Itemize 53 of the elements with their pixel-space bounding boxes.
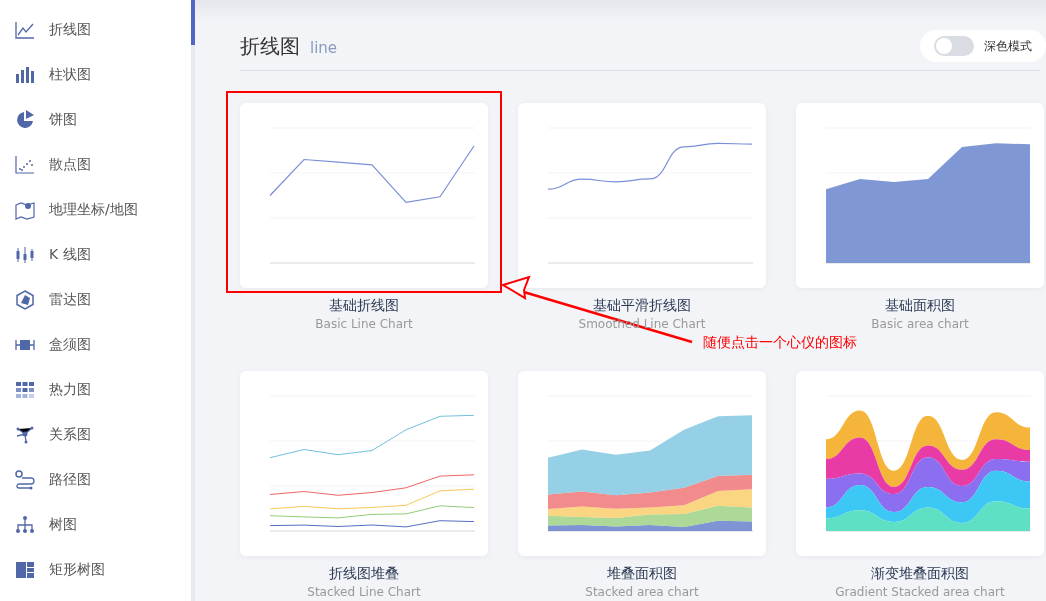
sidebar-item[interactable]: 树图	[0, 502, 191, 547]
sidebar-label: 矩形树图	[49, 560, 105, 579]
example-subtitle: Stacked area chart	[585, 585, 699, 599]
sidebar-label: 折线图	[49, 20, 91, 39]
example-title[interactable]: 基础平滑折线图	[593, 297, 691, 315]
lines-icon	[15, 469, 35, 490]
sidebar-item[interactable]: 关系图	[0, 412, 191, 457]
sidebar-label: 热力图	[49, 380, 91, 399]
annotation-text: 随便点击一个心仪的图标	[703, 334, 857, 352]
example-title[interactable]: 渐变堆叠面积图	[871, 565, 969, 583]
example-title[interactable]: 基础面积图	[885, 297, 955, 315]
sidebar-label: K 线图	[49, 245, 91, 264]
bar-icon	[15, 64, 35, 85]
sidebar-label: 树图	[49, 515, 77, 534]
treemap-icon	[15, 559, 35, 580]
page-subtitle: line	[310, 39, 338, 57]
sidebar-label: 散点图	[49, 155, 91, 174]
dark-mode-toggle[interactable]: 深色模式	[920, 30, 1046, 62]
sidebar-item[interactable]: 盒须图	[0, 322, 191, 367]
line-icon	[15, 19, 35, 40]
pie-icon	[15, 109, 35, 130]
sidebar-item[interactable]: 矩形树图	[0, 547, 191, 592]
sidebar-item[interactable]: 折线图	[0, 7, 191, 52]
sidebar-item[interactable]: 雷达图	[0, 277, 191, 322]
scatter-icon	[15, 154, 35, 175]
sidebar-item[interactable]: K 线图	[0, 232, 191, 277]
sidebar-item[interactable]: 地理坐标/地图	[0, 187, 191, 232]
example-title[interactable]: 基础折线图	[329, 297, 399, 315]
graph-icon	[15, 424, 35, 445]
tree-icon	[15, 514, 35, 535]
sidebar-label: 地理坐标/地图	[49, 200, 138, 219]
sidebar-item[interactable]: 散点图	[0, 142, 191, 187]
sidebar-item[interactable]: 饼图	[0, 97, 191, 142]
candlestick-icon	[15, 244, 35, 265]
sidebar-label: 路径图	[49, 470, 91, 489]
sidebar-item[interactable]: 路径图	[0, 457, 191, 502]
example-title[interactable]: 堆叠面积图	[607, 565, 677, 583]
sidebar-label: 盒须图	[49, 335, 91, 354]
heatmap-icon	[15, 379, 35, 400]
sidebar-label: 关系图	[49, 425, 91, 444]
sidebar-label: 雷达图	[49, 290, 91, 309]
example-subtitle: Stacked Line Chart	[307, 585, 421, 599]
example-subtitle: Basic area chart	[871, 317, 969, 331]
example-title[interactable]: 折线图堆叠	[329, 565, 399, 583]
example-subtitle: Basic Line Chart	[315, 317, 413, 331]
sidebar-label: 柱状图	[49, 65, 91, 84]
example-subtitle: Gradient Stacked area chart	[835, 585, 1005, 599]
sidebar-item[interactable]: 热力图	[0, 367, 191, 412]
sidebar-item[interactable]: 柱状图	[0, 52, 191, 97]
radar-icon	[15, 289, 35, 310]
sidebar-label: 饼图	[49, 110, 77, 129]
page-title: 折线图	[240, 32, 300, 60]
map-icon	[15, 199, 35, 220]
